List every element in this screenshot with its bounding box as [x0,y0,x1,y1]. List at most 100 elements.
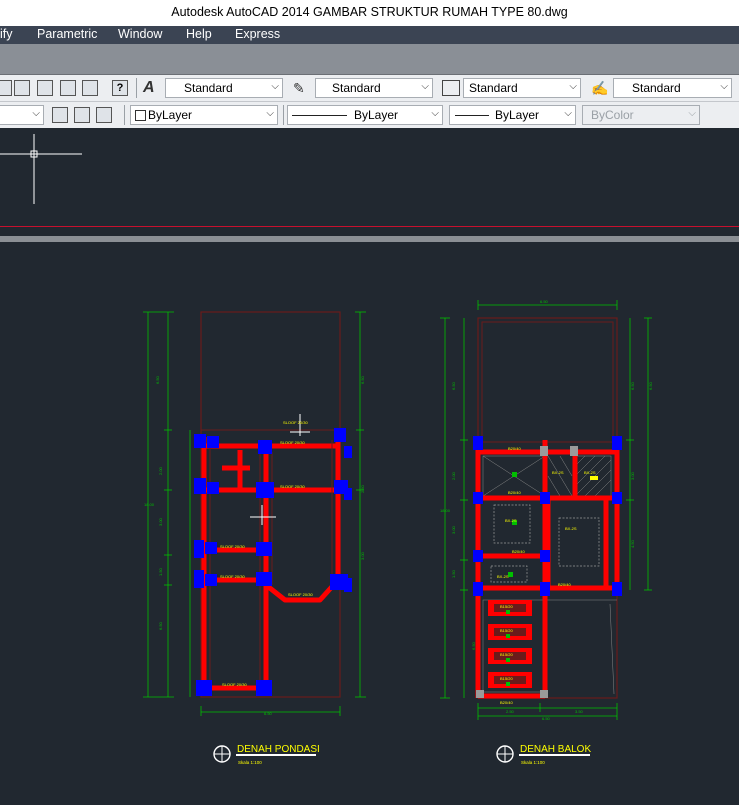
text-style-dropdown[interactable]: Standard ⌵ [165,78,283,98]
svg-text:SLOOF 20/30: SLOOF 20/30 [288,592,313,597]
svg-text:6.50: 6.50 [471,641,476,650]
svg-text:6.50: 6.50 [630,381,635,390]
dimension-style-icon[interactable]: ✎ [293,80,311,96]
plotstyle-dropdown: ByColor ⌵ [582,105,700,125]
lineweight-dropdown[interactable]: ByLayer ⌵ [449,105,576,125]
styles-toolbar: ? A Standard ⌵ ✎ Standard ⌵ Standard ⌵ ✍ St… [0,74,739,102]
svg-text:BX-2S: BX-2S [505,518,517,523]
svg-text:1.50: 1.50 [158,567,163,576]
menu-help[interactable]: Help [186,27,212,41]
properties-toolbar: ⌵ ByLayer ⌵ ByLayer ⌵ ByLayer ⌵ ByColor ⌵ [0,101,739,129]
svg-text:6.50: 6.50 [155,375,160,384]
layer-previous-icon[interactable] [96,107,112,123]
mleader-style-dropdown[interactable]: Standard ⌵ [613,78,732,98]
chevron-down-icon: ⌵ [720,81,728,92]
foundation-plan: SLOOF 20/30 SLOOF 20/30 SLOOF 20/30 SLOO… [143,311,366,765]
layer-icon[interactable] [0,80,12,96]
menu-parametric[interactable]: Parametric [37,27,97,41]
beam-plan-title: DENAH BALOK Skala 1:100 [496,744,591,765]
svg-text:2.00: 2.00 [451,471,456,480]
svg-text:6.50: 6.50 [264,711,273,716]
foundation-plan-title: DENAH PONDASI Skala 1:100 [213,744,320,765]
svg-text:B20/40: B20/40 [508,446,521,451]
chevron-down-icon: ⌵ [266,108,274,119]
text-style-value: Standard [184,81,233,95]
svg-text:B15/20: B15/20 [500,652,513,657]
table-style-dropdown[interactable]: Standard ⌵ [463,78,581,98]
svg-text:3.00: 3.00 [158,517,163,526]
color-value: ByLayer [148,108,193,122]
text-style-icon[interactable]: A [143,79,163,97]
ribbon-panel [0,44,739,74]
color-swatch [135,110,146,121]
svg-text:3.00: 3.00 [360,551,365,560]
svg-text:2.00: 2.00 [158,466,163,475]
svg-text:SLOOF 20/30: SLOOF 20/30 [283,420,308,425]
svg-text:SLOOF 20/30: SLOOF 20/30 [280,440,305,445]
chevron-down-icon: ⌵ [271,81,279,92]
menu-window[interactable]: Window [118,27,162,41]
calculator-icon[interactable] [82,80,98,96]
svg-text:B15/20: B15/20 [500,628,513,633]
svg-text:B15/20: B15/20 [500,676,513,681]
foundation-plan-title-text: DENAH PONDASI [237,744,320,755]
svg-text:2.50: 2.50 [360,484,365,493]
beam-plan-scale: Skala 1:100 [521,760,545,765]
table-style-value: Standard [469,81,518,95]
drawing-canvas[interactable]: SLOOF 20/30 SLOOF 20/30 SLOOF 20/30 SLOO… [0,242,739,805]
svg-text:B20/40: B20/40 [500,700,513,705]
svg-text:6.50: 6.50 [158,621,163,630]
linetype-value: ByLayer [354,108,399,122]
svg-text:3.50: 3.50 [575,709,584,714]
beam-plan: B20/40 B20/40 BX-2S BX-2S BX-2S BX-2S BX… [440,299,653,765]
upper-viewport[interactable] [0,128,739,232]
svg-text:BX-2S: BX-2S [584,470,596,475]
svg-text:1.50: 1.50 [451,569,456,578]
layer-properties-icon[interactable] [52,107,68,123]
svg-text:SLOOF 20/30: SLOOF 20/30 [220,544,245,549]
svg-text:18.00: 18.00 [144,502,155,507]
dim-style-dropdown[interactable]: Standard ⌵ [315,78,433,98]
help-icon[interactable]: ? [112,80,128,96]
chevron-down-icon: ⌵ [569,81,577,92]
svg-text:6.50: 6.50 [648,381,653,390]
chevron-down-icon: ⌵ [32,108,40,119]
svg-text:4.50: 4.50 [630,539,635,548]
svg-text:3.00: 3.00 [451,525,456,534]
make-current-icon[interactable] [74,107,90,123]
table-style-icon[interactable] [442,80,460,96]
chevron-down-icon: ⌵ [431,108,439,119]
crosshair-cursor [0,134,82,204]
lineweight-preview [455,115,489,116]
color-dropdown[interactable]: ByLayer ⌵ [130,105,278,125]
layer-dropdown[interactable]: ⌵ [0,105,44,125]
document-icon[interactable] [14,80,30,96]
plotstyle-value: ByColor [591,108,634,122]
beam-plan-title-text: DENAH BALOK [520,744,591,755]
mleader-style-value: Standard [632,81,681,95]
copy-icon[interactable] [37,80,53,96]
svg-text:BX-2S: BX-2S [552,470,564,475]
lineweight-value: ByLayer [495,108,540,122]
menu-modify[interactable]: ify [0,27,13,41]
svg-text:2.50: 2.50 [506,709,515,714]
svg-text:B20/40: B20/40 [558,582,571,587]
svg-text:B20/40: B20/40 [512,549,525,554]
svg-text:18.00: 18.00 [440,508,451,513]
svg-text:SLOOF 20/30: SLOOF 20/30 [220,574,245,579]
svg-text:6.50: 6.50 [540,299,549,304]
multileader-style-icon[interactable]: ✍ [591,80,609,96]
group-icon[interactable] [60,80,76,96]
svg-text:BX-2S: BX-2S [565,526,577,531]
menu-express[interactable]: Express [235,27,280,41]
svg-text:SLOOF 20/30: SLOOF 20/30 [280,484,305,489]
linetype-dropdown[interactable]: ByLayer ⌵ [287,105,443,125]
linetype-preview [292,115,347,116]
svg-text:6.50: 6.50 [451,381,456,390]
foundation-plan-scale: Skala 1:100 [238,760,262,765]
svg-text:6.50: 6.50 [542,716,551,721]
viewport-border [0,226,739,227]
chevron-down-icon: ⌵ [421,81,429,92]
svg-text:3.00: 3.00 [630,471,635,480]
window-title: Autodesk AutoCAD 2014 GAMBAR STRUKTUR RU… [171,5,568,19]
